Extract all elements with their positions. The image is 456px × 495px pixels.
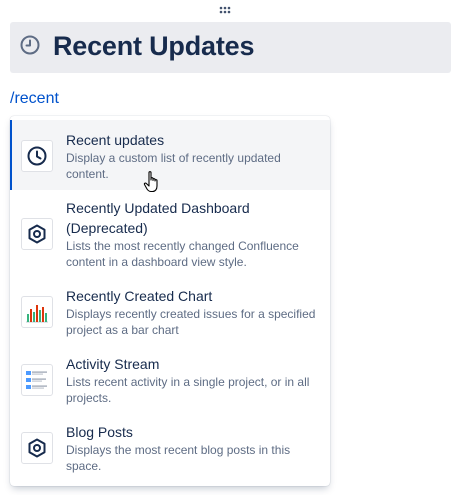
menu-item-title: Recent updates: [66, 132, 165, 148]
macro-suggestion-menu: Recent updates Display a custom list of …: [10, 116, 330, 486]
menu-item-title: Recently Created Chart: [66, 288, 213, 304]
menu-item-blog-posts[interactable]: Blog Posts Displays the most recent blog…: [10, 414, 330, 482]
editor-canvas: Recent Updates /recent Recent updates Di…: [0, 0, 456, 495]
hexagon-icon: [21, 432, 53, 464]
drag-handle-icon[interactable]: [218, 5, 232, 15]
menu-item-recent-updates[interactable]: Recent updates Display a custom list of …: [10, 120, 330, 190]
menu-item-description: Lists the most recently changed Confluen…: [66, 239, 299, 269]
menu-item-recently-updated-dashboard[interactable]: Recently Updated Dashboard (Deprecated) …: [10, 190, 330, 278]
menu-item-title: Activity Stream: [66, 356, 160, 372]
bar-chart-icon: [21, 296, 53, 328]
heading-block[interactable]: Recent Updates: [10, 22, 451, 73]
menu-item-description: Displays recently created issues for a s…: [66, 307, 316, 337]
menu-item-description: Display a custom list of recently update…: [66, 151, 281, 181]
hexagon-icon: [21, 218, 53, 250]
page-title[interactable]: Recent Updates: [53, 31, 254, 62]
menu-item-description: Lists recent activity in a single projec…: [66, 375, 310, 405]
menu-item-title: Recently Updated Dashboard (Deprecated): [66, 200, 250, 236]
menu-item-title: Blog Posts: [66, 424, 133, 440]
activity-stream-icon: [21, 364, 53, 396]
clock-icon: [20, 35, 40, 55]
menu-item-activity-stream[interactable]: Activity Stream Lists recent activity in…: [10, 346, 330, 414]
slash-command-input[interactable]: /recent: [10, 90, 59, 108]
menu-item-description: Displays the most recent blog posts in t…: [66, 443, 291, 473]
clock-icon: [21, 140, 53, 172]
menu-item-recently-created-chart[interactable]: Recently Created Chart Displays recently…: [10, 278, 330, 346]
